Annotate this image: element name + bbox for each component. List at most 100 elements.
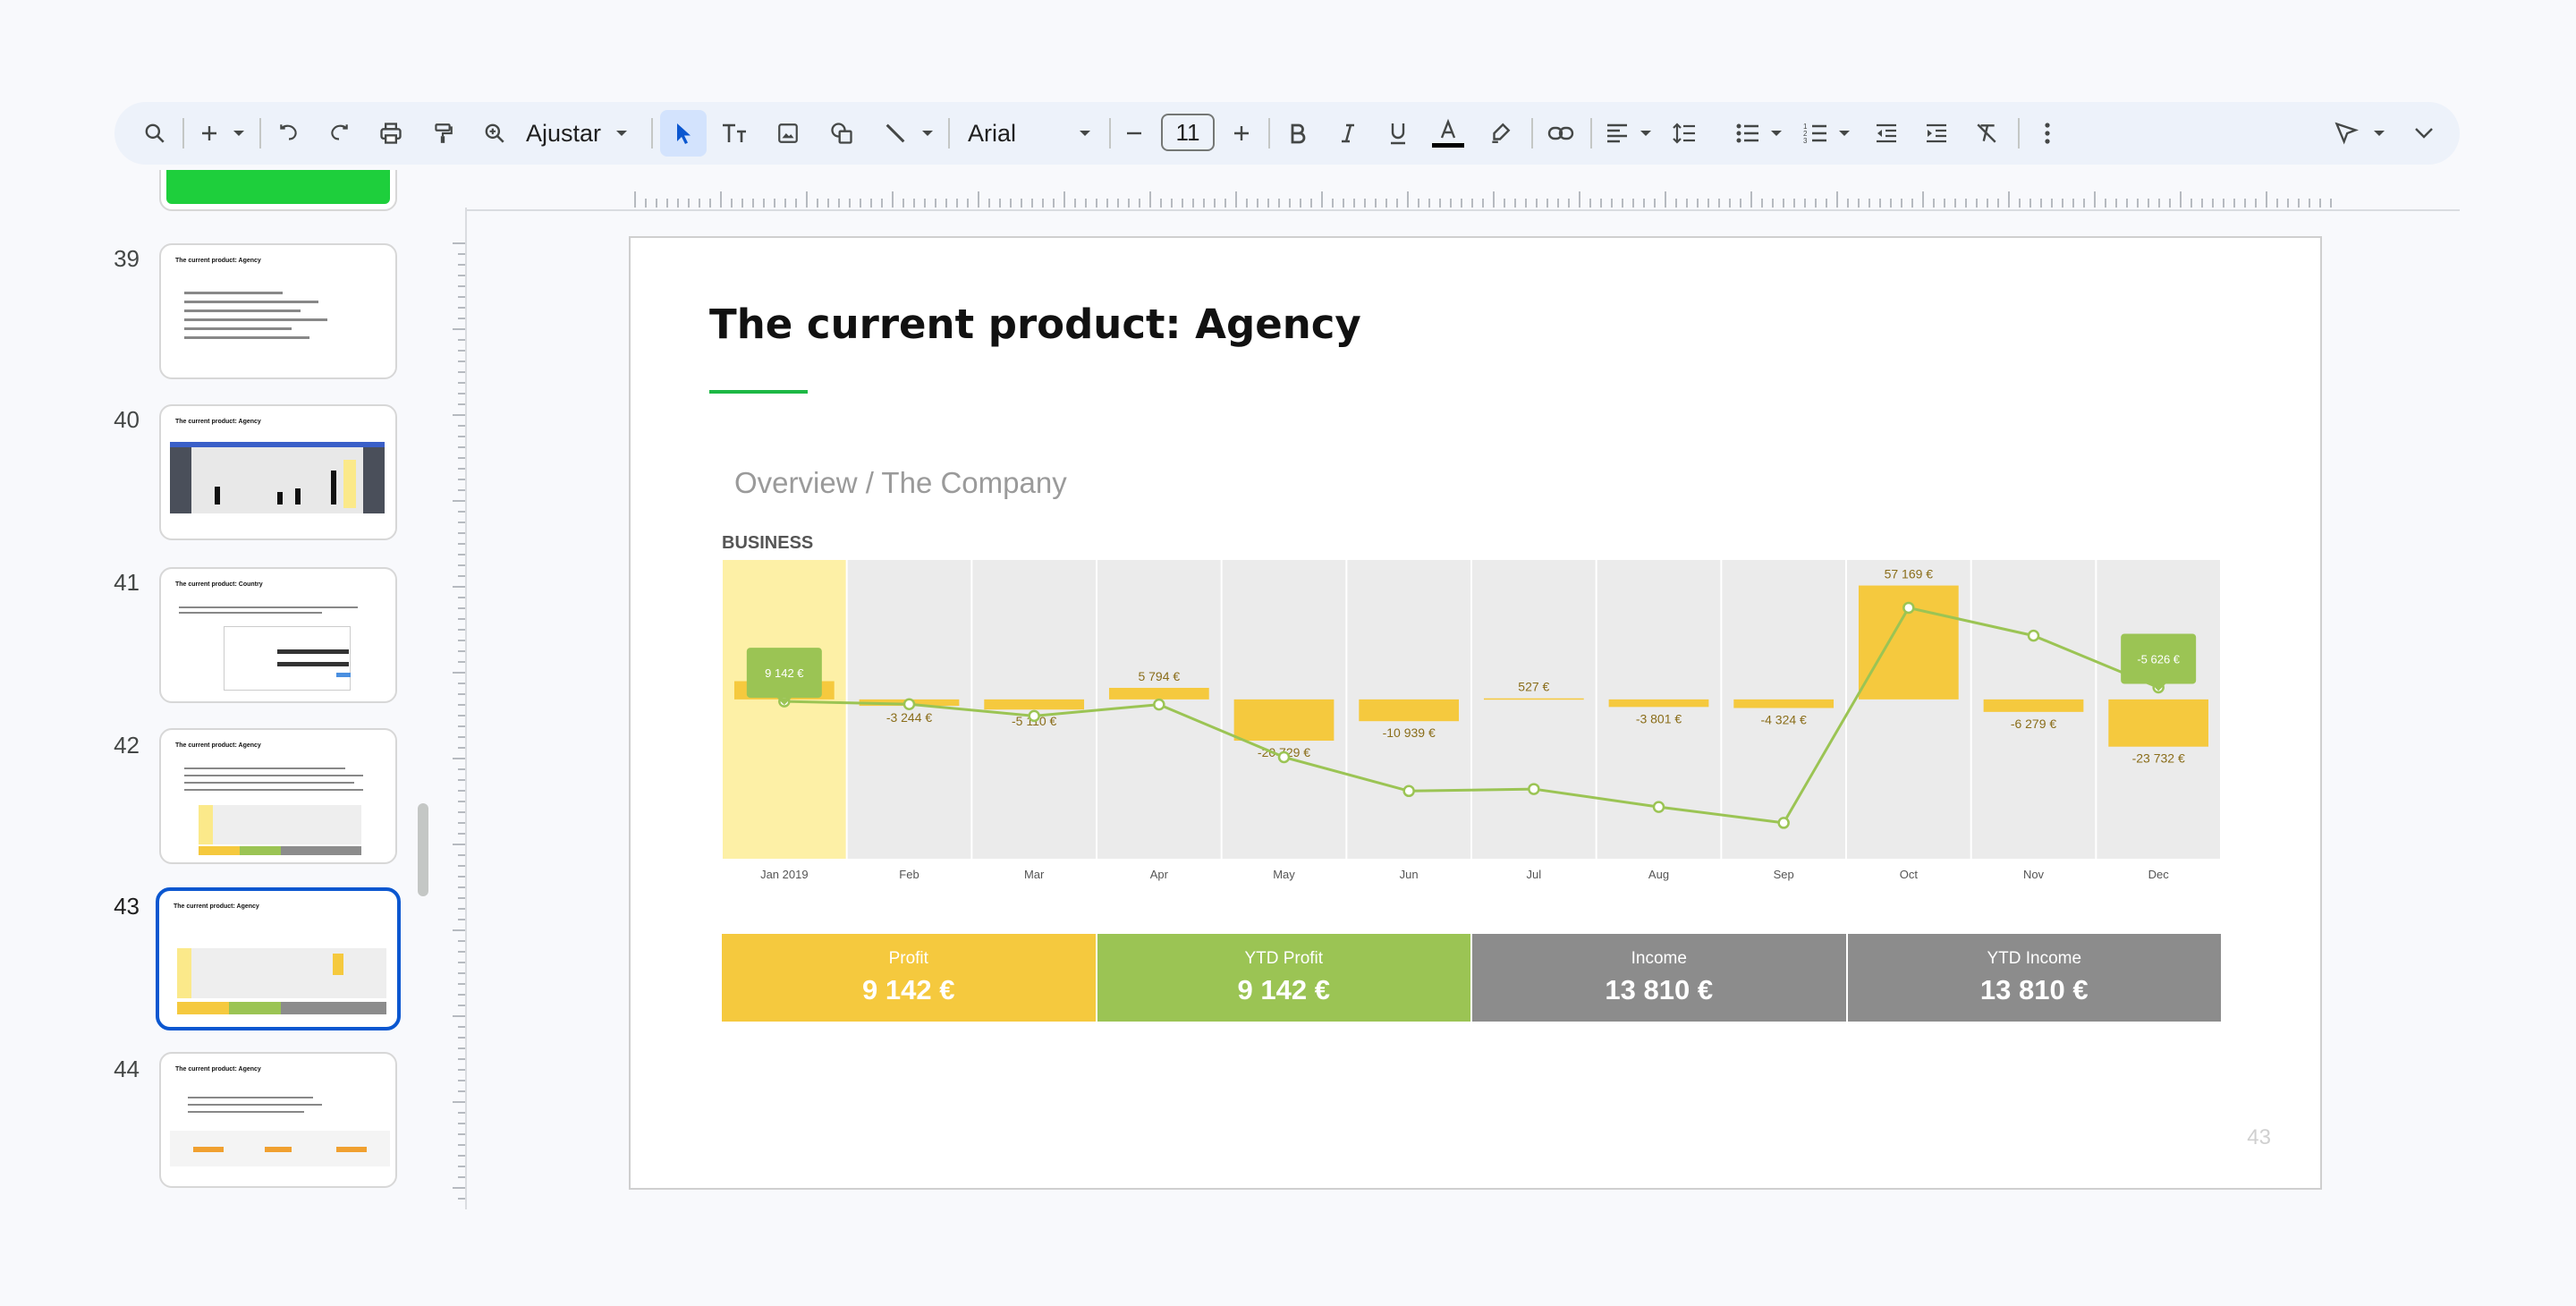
kpi-label: Profit	[888, 949, 928, 968]
italic-icon[interactable]	[1327, 102, 1368, 165]
slide-thumbnail-41[interactable]: The current product: Country	[159, 567, 397, 703]
chart-bar	[2108, 699, 2209, 747]
slide-thumbnail-38[interactable]	[159, 170, 397, 211]
undo-icon[interactable]	[268, 102, 309, 165]
chart-bar	[1608, 699, 1709, 708]
numbered-dropdown-icon[interactable]	[1834, 102, 1855, 165]
clear-format-icon[interactable]	[1966, 102, 2007, 165]
chart-callout: 9 142 €	[746, 648, 822, 706]
increase-font-icon[interactable]	[1224, 102, 1259, 165]
bullet-list-icon[interactable]	[1730, 102, 1766, 165]
slide-number: 39	[114, 245, 140, 272]
redo-icon[interactable]	[318, 102, 360, 165]
bar-data-label: -3 801 €	[1636, 711, 1682, 725]
thumbnail-title: The current product: Country	[175, 581, 263, 588]
line-icon[interactable]	[875, 102, 916, 165]
x-tick-label: Jul	[1527, 868, 1542, 881]
align-icon[interactable]	[1599, 102, 1635, 165]
chart-line-point	[902, 698, 916, 710]
decrease-indent-icon[interactable]	[1866, 102, 1907, 165]
select-icon[interactable]	[660, 110, 707, 157]
kpi-label: YTD Profit	[1244, 949, 1324, 968]
x-tick-label: Sep	[1774, 868, 1794, 881]
more-icon[interactable]	[2027, 102, 2068, 165]
pen-dropdown-icon[interactable]	[2368, 102, 2390, 165]
shape-icon[interactable]	[821, 102, 862, 165]
bar-data-label: -6 279 €	[2011, 717, 2057, 731]
chart-line-point	[1277, 751, 1291, 764]
chart-line-point	[1528, 783, 1540, 795]
image-icon[interactable]	[767, 102, 809, 165]
chart-column-bg	[1472, 560, 1596, 859]
kpi-row: Profit 9 142 € YTD Profit 9 142 € Income…	[722, 934, 2221, 1022]
pen-icon[interactable]	[2324, 102, 2368, 165]
bold-icon[interactable]	[1277, 102, 1318, 165]
font-select[interactable]: Arial	[957, 102, 1100, 165]
highlight-icon[interactable]	[1479, 102, 1521, 165]
x-tick-label: Aug	[1648, 868, 1669, 881]
slide-canvas[interactable]: The current product: Agency Overview / T…	[629, 236, 2322, 1190]
title-accent-line	[709, 390, 808, 394]
bar-data-label: -3 244 €	[886, 710, 933, 725]
chart-bar	[1983, 699, 2084, 712]
horizontal-ruler	[465, 188, 2460, 211]
slide-thumbnail-40[interactable]: The current product: Agency	[159, 404, 397, 540]
search-icon[interactable]	[134, 102, 175, 165]
add-icon[interactable]	[191, 102, 227, 165]
slide-thumbnail-39[interactable]: The current product: Agency	[159, 243, 397, 379]
collapse-icon[interactable]	[2406, 102, 2442, 165]
x-tick-label: Jan 2019	[760, 868, 809, 881]
profit-chart[interactable]: Jan 2019 Feb Mar Apr May Jun Jul Aug Sep Oct Nov De…	[722, 558, 2221, 898]
add-dropdown-icon[interactable]	[227, 102, 250, 165]
slide-title[interactable]: The current product: Agency	[709, 301, 1361, 348]
decrease-font-icon[interactable]	[1116, 102, 1152, 165]
chart-line-point	[1652, 801, 1665, 813]
slide-thumbnail-42[interactable]: The current product: Agency	[159, 728, 397, 864]
align-dropdown-icon[interactable]	[1635, 102, 1657, 165]
zoom-select[interactable]: Ajustar	[526, 102, 642, 165]
paint-format-icon[interactable]	[422, 102, 463, 165]
slide-subtitle[interactable]: Overview / The Company	[734, 466, 1067, 500]
filmstrip-scrollbar[interactable]	[418, 803, 428, 896]
bar-data-label: 57 169 €	[1885, 567, 1934, 581]
slide-thumbnail-44[interactable]: The current product: Agency	[159, 1052, 397, 1188]
slide-filmstrip: 39 The current product: Agency 40 The cu…	[0, 170, 438, 1199]
zoom-label: Ajustar	[526, 119, 602, 147]
increase-indent-icon[interactable]	[1916, 102, 1957, 165]
vertical-ruler	[453, 208, 467, 1209]
chart-callout: -5 626 €	[2121, 633, 2197, 691]
line-dropdown-icon[interactable]	[916, 102, 939, 165]
chart-column-bg	[723, 560, 846, 859]
x-tick-label: Apr	[1150, 868, 1169, 881]
slide-thumbnail-43[interactable]: The current product: Agency	[156, 887, 401, 1030]
zoom-icon[interactable]	[474, 102, 515, 165]
bullet-dropdown-icon[interactable]	[1766, 102, 1787, 165]
chart-column-bg	[1597, 560, 1721, 859]
text-box-icon[interactable]	[714, 102, 755, 165]
x-tick-label: Dec	[2148, 868, 2170, 881]
chart-bar	[1108, 687, 1209, 700]
line-spacing-icon[interactable]	[1664, 102, 1705, 165]
print-icon[interactable]	[370, 102, 411, 165]
kpi-income: Income 13 810 €	[1472, 934, 1848, 1022]
font-size-input[interactable]: 11	[1161, 114, 1215, 151]
callout-label: 9 142 €	[765, 666, 804, 680]
text-color-icon[interactable]	[1428, 102, 1469, 165]
main-toolbar: Ajustar Arial 11 1 2 3	[114, 102, 2460, 165]
chart-line-point	[1402, 784, 1415, 798]
x-tick-label: Feb	[899, 868, 919, 881]
kpi-value: 13 810 €	[1979, 974, 2089, 1005]
kpi-label: YTD Income	[1987, 949, 2082, 968]
chevron-down-icon	[616, 131, 628, 136]
thumbnail-title: The current product: Agency	[174, 903, 259, 910]
chart-column-bg	[1722, 560, 1845, 859]
slide-number: 41	[114, 569, 140, 596]
underline-icon[interactable]	[1377, 102, 1419, 165]
slide-number: 43	[114, 893, 140, 920]
bar-data-label: -4 324 €	[1760, 712, 1807, 726]
link-icon[interactable]	[1540, 102, 1581, 165]
numbered-list-icon[interactable]: 123	[1798, 102, 1834, 165]
chart-bar	[984, 699, 1085, 710]
chart-bar	[1233, 699, 1335, 742]
chart-line-point	[1777, 817, 1790, 829]
